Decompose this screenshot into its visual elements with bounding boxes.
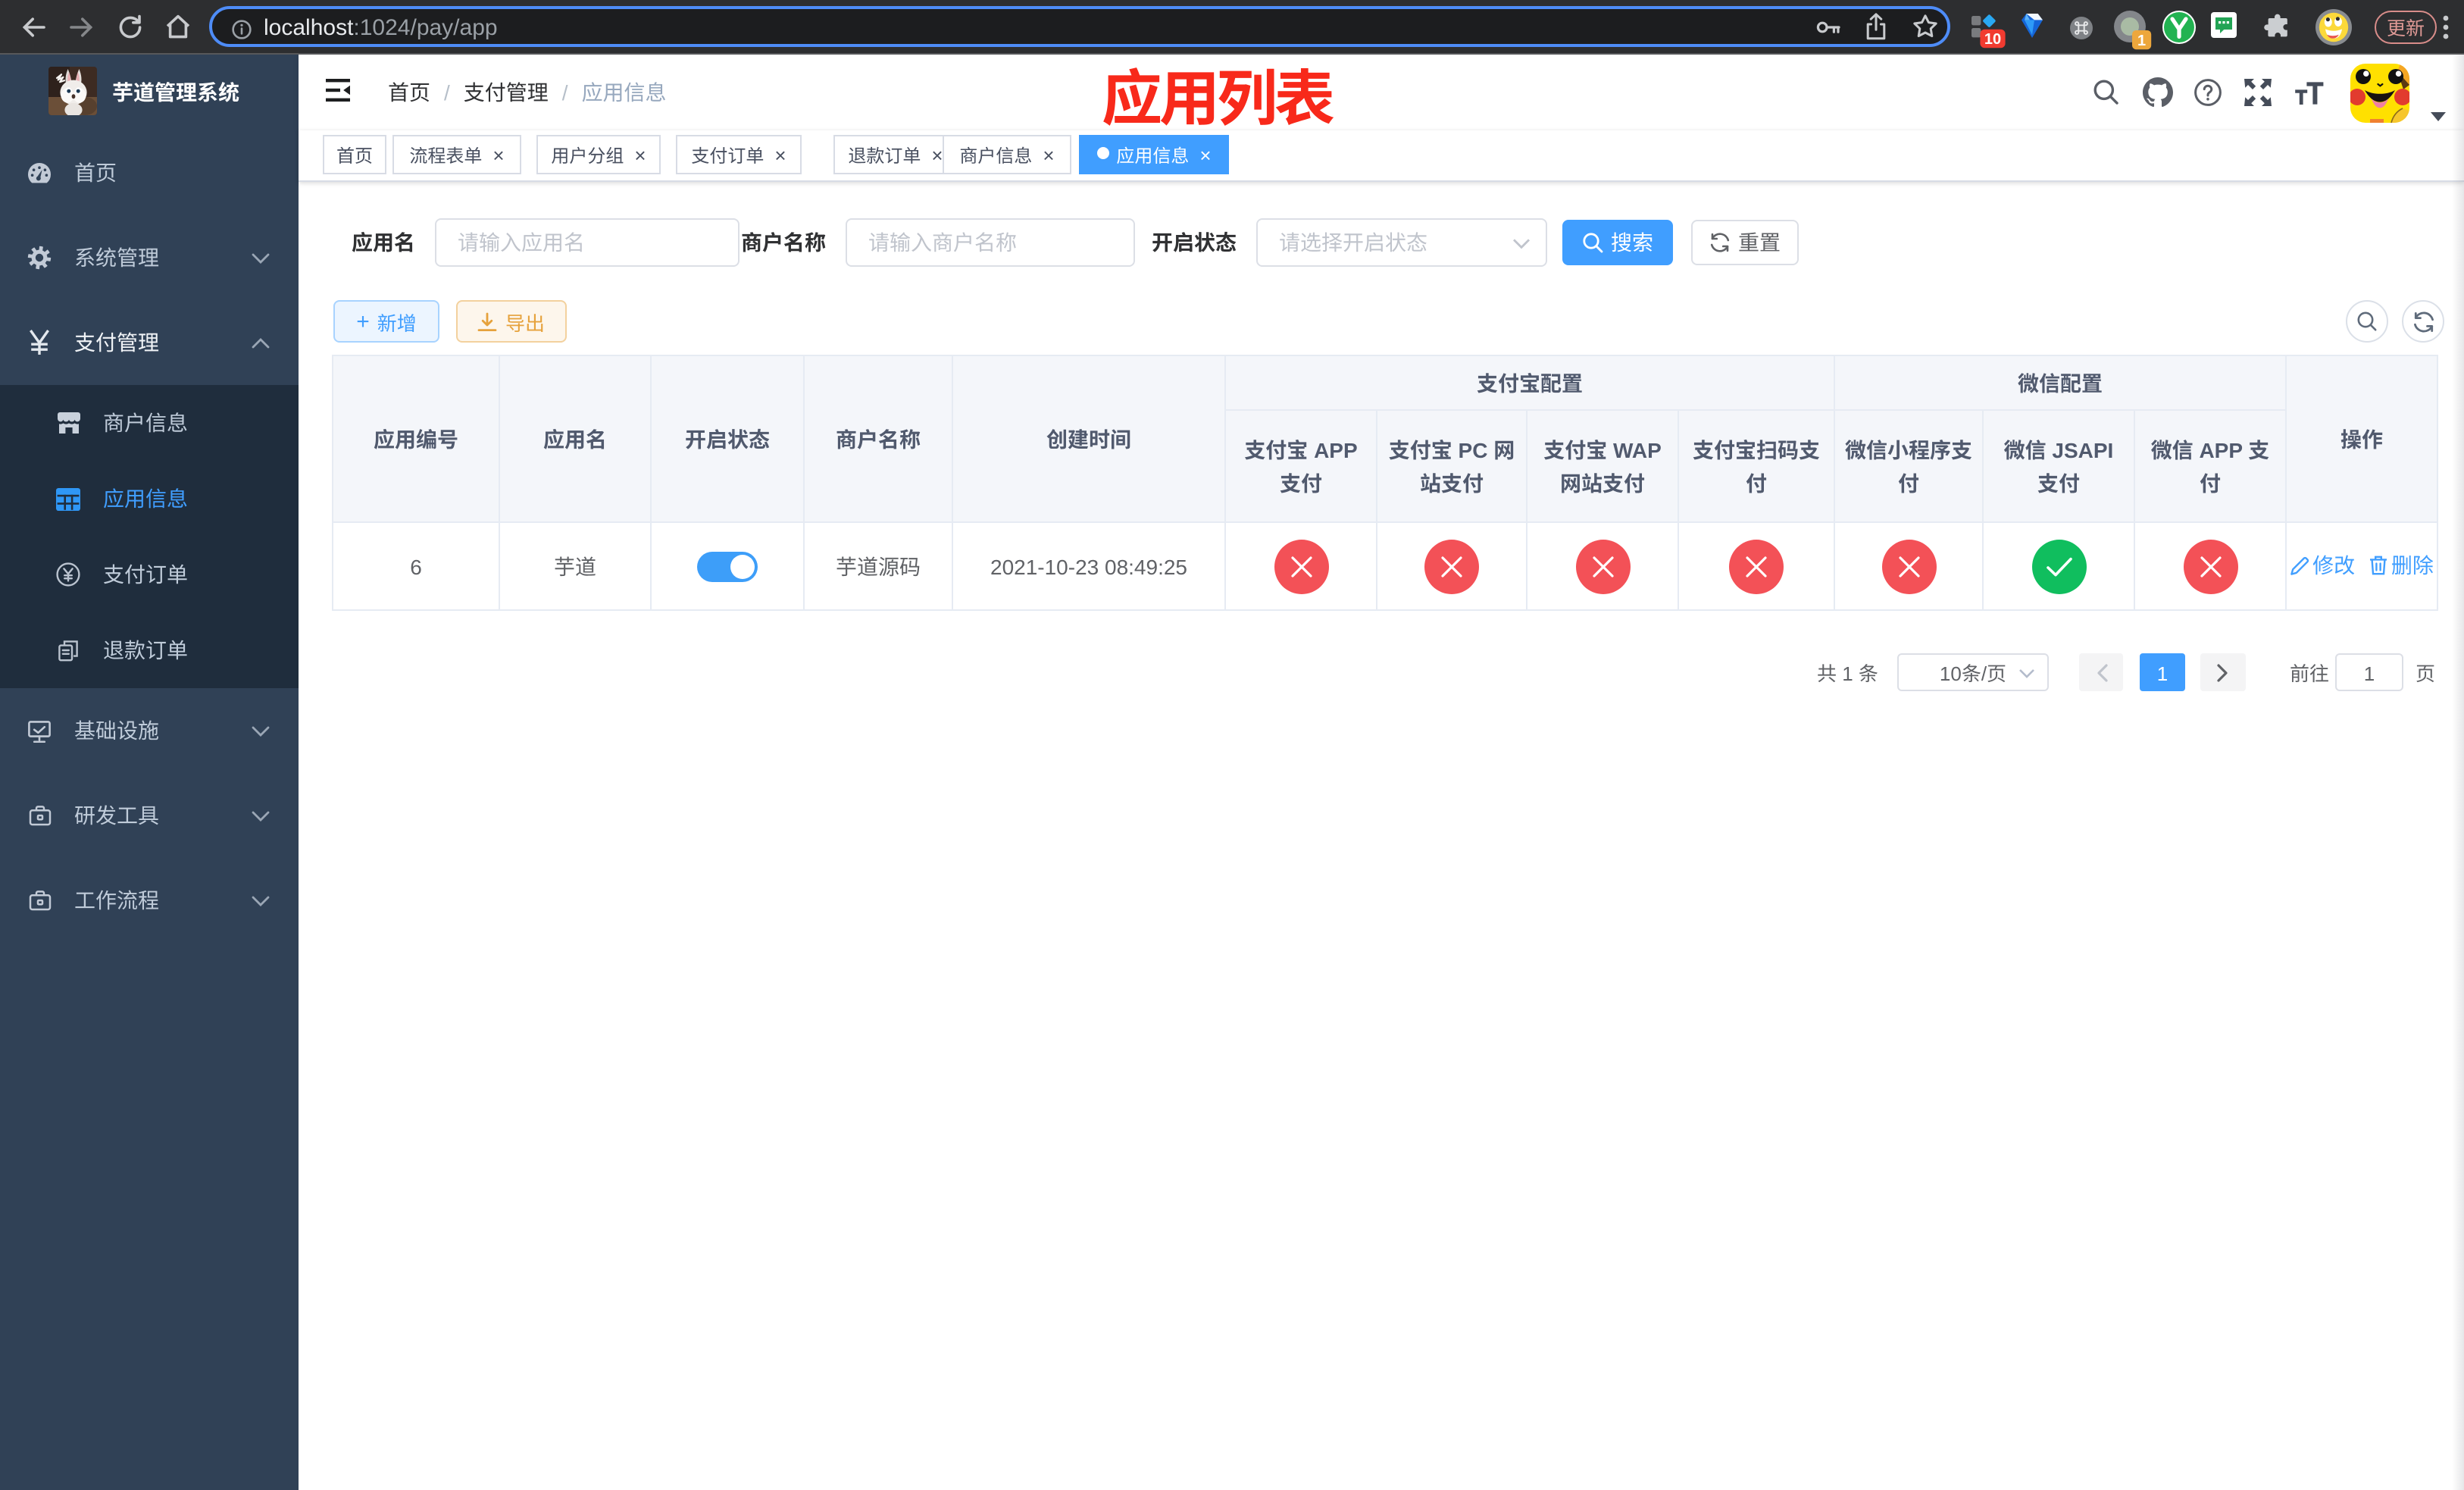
svg-text:10: 10 xyxy=(1984,31,2001,48)
svg-text:1: 1 xyxy=(2137,33,2146,49)
